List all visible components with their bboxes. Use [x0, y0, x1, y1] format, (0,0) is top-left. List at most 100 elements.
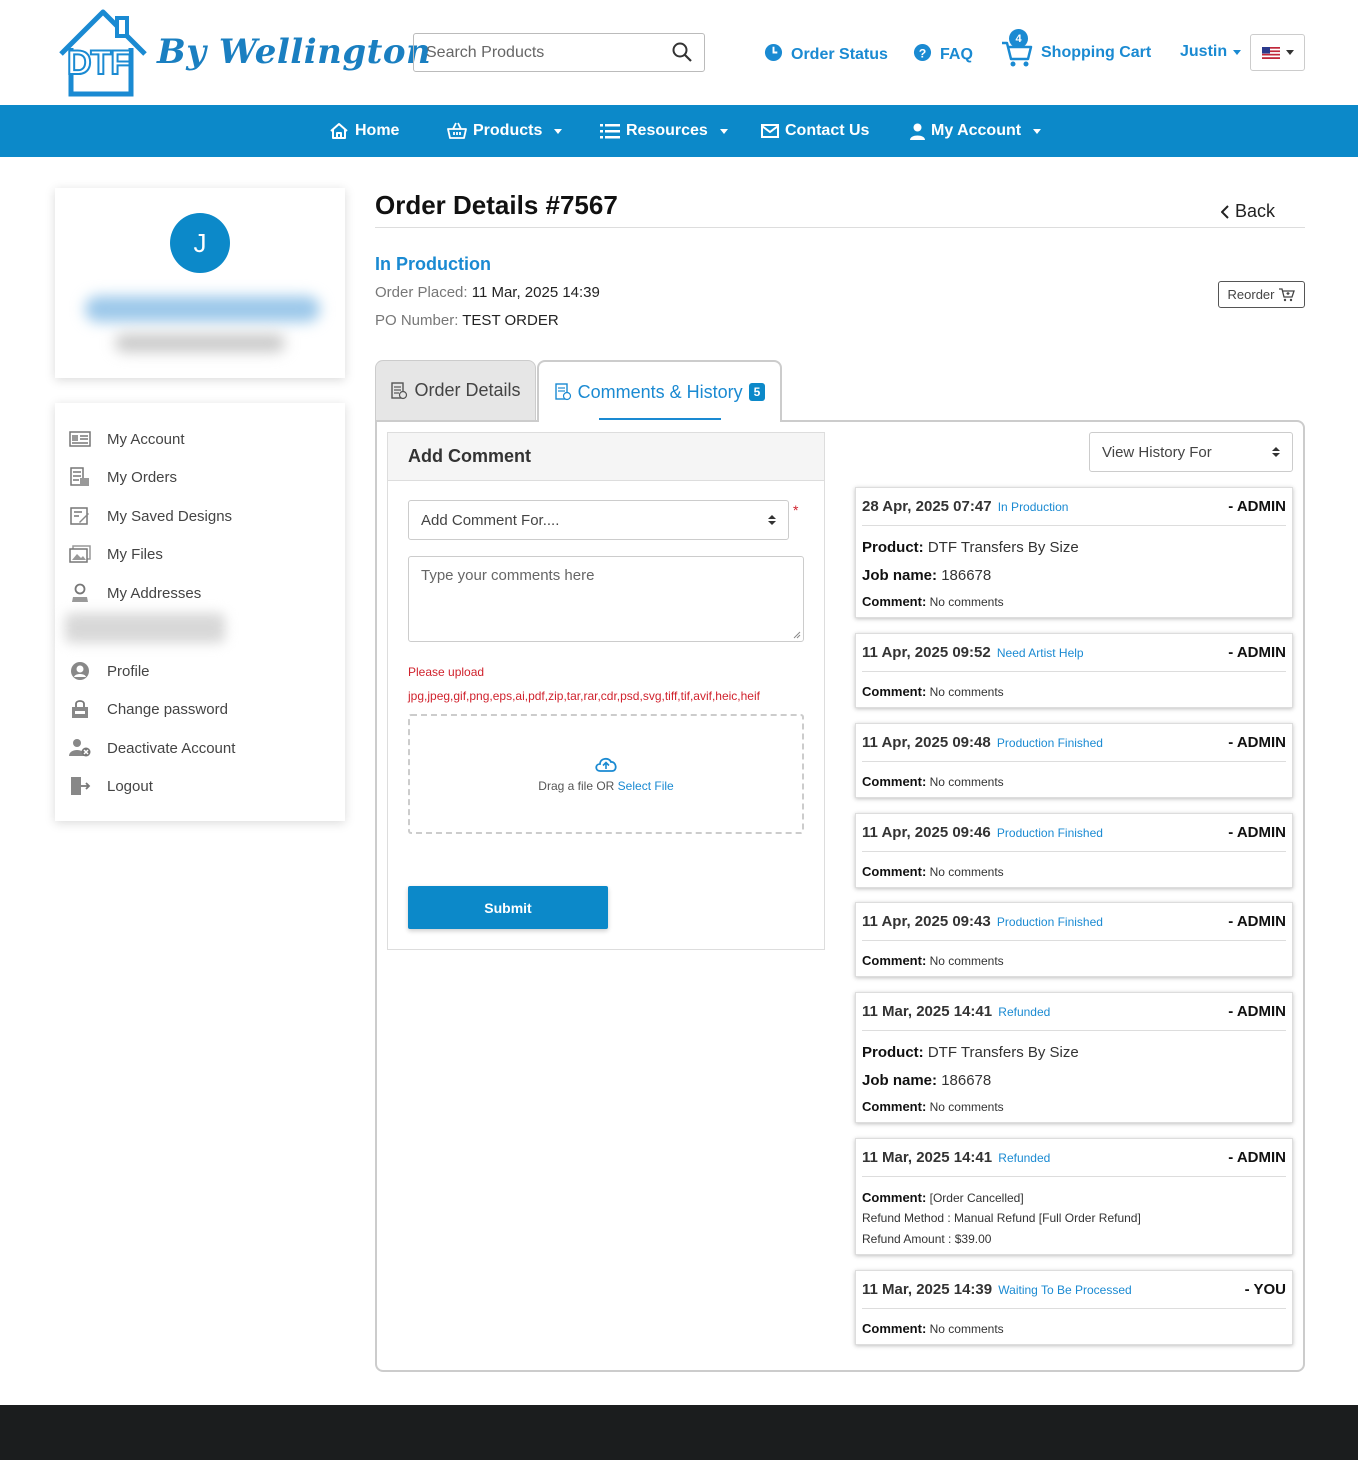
sidebar-item-change-password[interactable]: Change password — [69, 699, 228, 719]
sidebar-item-label: My Saved Designs — [107, 507, 233, 525]
history-author: - ADMIN — [1228, 1149, 1286, 1166]
comment-value: No comments — [929, 954, 1004, 968]
search-icon[interactable] — [672, 42, 692, 67]
view-history-select[interactable]: View History For — [1089, 432, 1293, 472]
history-entry-header: 11 Mar, 2025 14:41 Refunded - ADMIN — [862, 993, 1286, 1031]
order-placed-value: 11 Mar, 2025 14:39 — [471, 284, 600, 301]
comment-for-value: Add Comment For.... — [421, 511, 560, 529]
back-label: Back — [1235, 201, 1276, 221]
refund-method: Refund Method : Manual Refund [Full Orde… — [862, 1211, 1141, 1225]
view-history-value: View History For — [1102, 443, 1212, 461]
account-card-icon — [69, 429, 91, 449]
faq-link[interactable]: ? FAQ — [913, 43, 973, 67]
sidebar-item-label: My Addresses — [107, 584, 202, 602]
user-name: Justin — [1180, 43, 1228, 60]
order-placed-label: Order Placed: — [375, 284, 468, 301]
po-number-value: TEST ORDER — [462, 312, 559, 329]
sidebar-item-label: Logout — [107, 777, 153, 795]
logo-script: By Wellington — [157, 32, 432, 72]
chevron-down-icon — [1033, 128, 1042, 134]
chevron-down-icon — [719, 128, 728, 134]
reorder-button[interactable]: Reorder — [1218, 281, 1305, 308]
comment-for-select[interactable]: Add Comment For.... — [408, 500, 789, 540]
sidebar-item-profile[interactable]: Profile — [69, 661, 150, 681]
file-dropzone[interactable]: Drag a file OR Select File — [408, 714, 804, 834]
nav-products[interactable]: Products — [447, 105, 563, 157]
tab-comments-label: Comments & History — [577, 381, 743, 402]
basket-icon — [447, 122, 467, 139]
account-menu: My Account My Orders My Saved Designs My… — [55, 403, 345, 821]
sort-arrows-icon — [1272, 447, 1280, 457]
files-icon — [69, 544, 91, 564]
sort-arrows-icon — [768, 515, 776, 525]
product-label: Product: — [862, 539, 924, 556]
nav-home-label: Home — [355, 122, 400, 139]
sidebar-item-addresses[interactable]: My Addresses — [69, 583, 201, 603]
history-status: Refunded — [998, 1005, 1051, 1019]
sidebar-item-my-orders[interactable]: My Orders — [69, 467, 177, 487]
sidebar-item-my-files[interactable]: My Files — [69, 544, 163, 564]
history-author: - ADMIN — [1228, 1003, 1286, 1020]
tab-order-details[interactable]: Order Details — [375, 360, 536, 420]
lock-icon — [69, 699, 91, 719]
sidebar-item-saved-designs[interactable]: My Saved Designs — [69, 506, 232, 526]
address-icon — [69, 583, 91, 603]
language-selector[interactable] — [1250, 34, 1305, 71]
history-status: In Production — [997, 500, 1069, 514]
history-entry: 11 Mar, 2025 14:41 Refunded - ADMIN Comm… — [855, 1138, 1293, 1255]
chevron-down-icon — [1285, 50, 1294, 55]
sidebar-item-deactivate[interactable]: Deactivate Account — [69, 738, 235, 758]
comment-textarea[interactable]: Type your comments here — [408, 556, 804, 642]
list-icon — [600, 124, 620, 139]
nav-resources[interactable]: Resources — [600, 105, 728, 157]
envelope-icon — [761, 124, 779, 138]
comment-label: Comment: — [862, 953, 927, 968]
required-mark: * — [793, 502, 799, 518]
nav-contact-label: Contact Us — [785, 122, 870, 139]
tab-order-details-label: Order Details — [414, 380, 521, 400]
product-label: Product: — [862, 1044, 924, 1061]
submit-button[interactable]: Submit — [408, 886, 608, 929]
us-flag-icon — [1261, 46, 1280, 59]
cart-icon: 4 — [1001, 29, 1033, 69]
order-status-label: Order Status — [791, 46, 888, 63]
history-author: - ADMIN — [1228, 913, 1286, 930]
job-label: Job name: — [862, 567, 938, 584]
orders-icon — [69, 467, 91, 487]
comment-value: [Order Cancelled] — [929, 1191, 1024, 1205]
drag-text: Drag a file OR — [538, 779, 615, 793]
history-date: 11 Mar, 2025 14:41 — [862, 1003, 993, 1020]
history-status: Production Finished — [996, 826, 1103, 840]
shopping-cart-link[interactable]: 4 Shopping Cart — [1001, 29, 1151, 70]
resize-handle-icon[interactable] — [793, 631, 801, 639]
sidebar-item-label: My Files — [107, 545, 163, 563]
search-input[interactable] — [414, 34, 654, 71]
tab-comments-history[interactable]: Comments & History 5 — [537, 360, 782, 422]
reorder-label: Reorder — [1227, 287, 1275, 302]
cart-count-badge: 4 — [1009, 29, 1028, 48]
history-date: 11 Mar, 2025 14:41 — [862, 1149, 993, 1166]
history-entry: 11 Mar, 2025 14:41 Refunded - ADMIN Prod… — [855, 992, 1293, 1123]
add-comment-heading: Add Comment — [388, 433, 824, 481]
nav-home[interactable]: Home — [329, 105, 399, 157]
nav-my-account[interactable]: My Account — [910, 105, 1042, 157]
history-entry-header: 28 Apr, 2025 07:47 In Production - ADMIN — [862, 488, 1286, 526]
sidebar-item-logout[interactable]: Logout — [69, 776, 153, 796]
user-menu[interactable]: Justin — [1180, 43, 1242, 61]
clock-icon — [764, 43, 783, 67]
faq-label: FAQ — [940, 46, 973, 63]
comment-value: No comments — [929, 865, 1004, 879]
select-file-link[interactable]: Select File — [618, 779, 674, 793]
logout-icon — [69, 776, 91, 796]
nav-contact[interactable]: Contact Us — [761, 105, 869, 157]
comment-label: Comment: — [862, 684, 927, 699]
history-date: 11 Apr, 2025 09:43 — [862, 913, 991, 930]
user-icon — [910, 123, 925, 140]
product-value: DTF Transfers By Size — [927, 1044, 1079, 1061]
comment-placeholder: Type your comments here — [421, 567, 595, 584]
history-date: 11 Apr, 2025 09:52 — [862, 644, 991, 661]
sidebar-item-my-account[interactable]: My Account — [69, 429, 185, 449]
history-author: - ADMIN — [1228, 644, 1286, 661]
back-link[interactable]: Back — [1221, 201, 1275, 222]
order-status-link[interactable]: Order Status — [764, 43, 888, 67]
